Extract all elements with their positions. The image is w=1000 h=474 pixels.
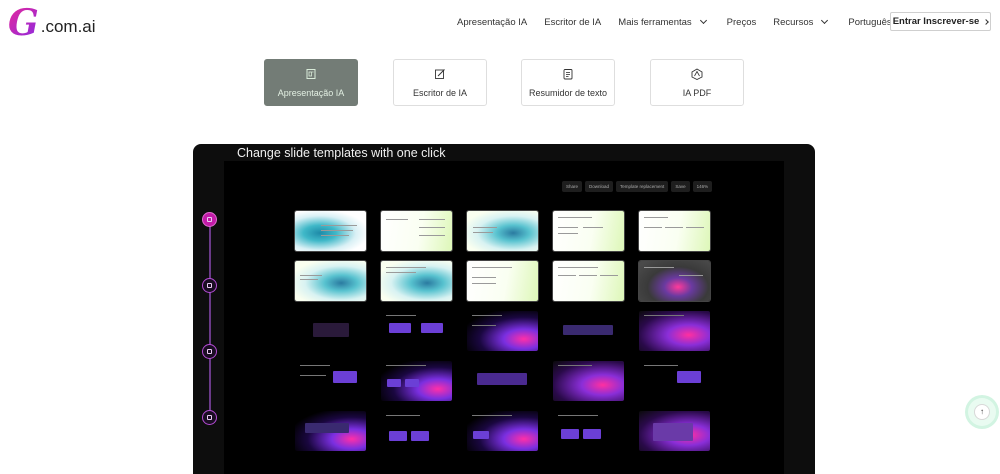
- slide-thumbnail[interactable]: [295, 411, 366, 451]
- chevron-down-icon: [699, 16, 707, 25]
- slide-thumbnail[interactable]: [467, 411, 538, 451]
- scroll-to-top-button[interactable]: ↑: [968, 398, 996, 426]
- slide-thumbnail[interactable]: [553, 311, 624, 351]
- slide-thumbnail[interactable]: [467, 361, 538, 401]
- login-signup-button[interactable]: Entrar Inscrever-se: [890, 12, 991, 31]
- pen-edit-icon: [207, 283, 212, 288]
- main-nav: Apresentação IA Escritor de IA Mais ferr…: [457, 14, 907, 30]
- logo-letter: G: [8, 2, 39, 44]
- slide-thumbnail[interactable]: [553, 211, 624, 251]
- share-button[interactable]: Share: [562, 181, 583, 192]
- logo-domain: .com.ai: [40, 17, 96, 36]
- template-replacement-button[interactable]: Template replacement: [616, 181, 669, 192]
- save-button[interactable]: Save: [671, 181, 690, 192]
- slide-thumbnail[interactable]: [639, 261, 710, 301]
- nav-item-label: Escritor de IA: [544, 16, 602, 28]
- slide-thumbnail[interactable]: [467, 261, 538, 301]
- document-summary-icon: [207, 349, 212, 354]
- slide-thumbnail[interactable]: [295, 261, 366, 301]
- slide-thumbnail[interactable]: [553, 261, 624, 301]
- editor-toolbar: Share Download Template replacement Save…: [562, 181, 713, 192]
- nav-item-label: Mais ferramentas: [618, 16, 692, 28]
- chevron-down-icon: [821, 16, 829, 25]
- nav-item-label: Apresentação IA: [457, 16, 528, 28]
- tab-ai-presentation[interactable]: Apresentação IA: [264, 59, 358, 106]
- slide-thumbnail[interactable]: [639, 361, 710, 401]
- nav-item-label: Preços: [726, 16, 757, 28]
- arrow-up-icon: ↑: [974, 404, 990, 420]
- presentation-icon: [306, 68, 316, 79]
- demo-video-panel: Change slide templates with one click Sh…: [193, 144, 815, 474]
- demo-title: Change slide templates with one click: [237, 146, 446, 160]
- nav-item-label: Recursos: [773, 16, 814, 28]
- slide-thumbnail[interactable]: [381, 361, 452, 401]
- slide-thumbnail[interactable]: [381, 411, 452, 451]
- slide-thumbnail-grid: [295, 211, 715, 461]
- timeline-step-writer[interactable]: [202, 278, 217, 293]
- slide-thumbnail[interactable]: [553, 411, 624, 451]
- slide-thumbnail[interactable]: [553, 361, 624, 401]
- tab-text-summarizer[interactable]: Resumidor de texto: [521, 59, 615, 106]
- slide-thumbnail[interactable]: [639, 211, 710, 251]
- slide-thumbnail[interactable]: [639, 311, 710, 351]
- tab-label: Escritor de IA: [412, 87, 468, 98]
- timeline-step-summarizer[interactable]: [202, 344, 217, 359]
- slide-thumbnail[interactable]: [295, 211, 366, 251]
- slide-thumbnail[interactable]: [381, 261, 452, 301]
- pdf-icon: [207, 415, 212, 420]
- slide-thumbnail[interactable]: [381, 211, 452, 251]
- nav-item-pricing[interactable]: Preços: [727, 17, 757, 28]
- site-logo[interactable]: G .com.ai: [8, 2, 118, 44]
- site-header: G .com.ai Apresentação IA Escritor de IA…: [0, 0, 1000, 42]
- login-signup-label: Entrar Inscrever-se: [892, 16, 980, 27]
- pen-edit-icon: [435, 68, 445, 79]
- slide-thumbnail[interactable]: [639, 411, 710, 451]
- download-button[interactable]: Download: [585, 181, 614, 192]
- document-summary-icon: [563, 68, 573, 79]
- slide-thumbnail[interactable]: [467, 311, 538, 351]
- timeline-step-presentation[interactable]: [202, 212, 217, 227]
- tab-ai-pdf[interactable]: IA PDF: [650, 59, 744, 106]
- slide-thumbnail[interactable]: [295, 311, 366, 351]
- slide-thumbnail[interactable]: [295, 361, 366, 401]
- nav-item-label: Português: [848, 16, 892, 28]
- nav-item-resources[interactable]: Recursos: [773, 16, 829, 28]
- nav-item-more-tools[interactable]: Mais ferramentas: [618, 16, 707, 28]
- tab-ai-writer[interactable]: Escritor de IA: [393, 59, 487, 106]
- presentation-icon: [207, 217, 212, 222]
- nav-item-ai-presentation[interactable]: Apresentação IA: [457, 17, 527, 28]
- demo-screen: Share Download Template replacement Save…: [224, 161, 784, 474]
- timeline-track: [209, 221, 211, 421]
- tab-label: Apresentação IA: [277, 87, 345, 98]
- chevron-right-icon: [983, 18, 990, 25]
- pdf-icon: [691, 67, 703, 80]
- timeline-step-pdf[interactable]: [202, 410, 217, 425]
- slide-thumbnail[interactable]: [467, 211, 538, 251]
- tab-label: IA PDF: [682, 87, 712, 98]
- slide-thumbnail[interactable]: [381, 311, 452, 351]
- zoom-level[interactable]: 146%: [692, 181, 713, 192]
- nav-item-ai-writer[interactable]: Escritor de IA: [544, 17, 601, 28]
- tab-label: Resumidor de texto: [528, 87, 608, 98]
